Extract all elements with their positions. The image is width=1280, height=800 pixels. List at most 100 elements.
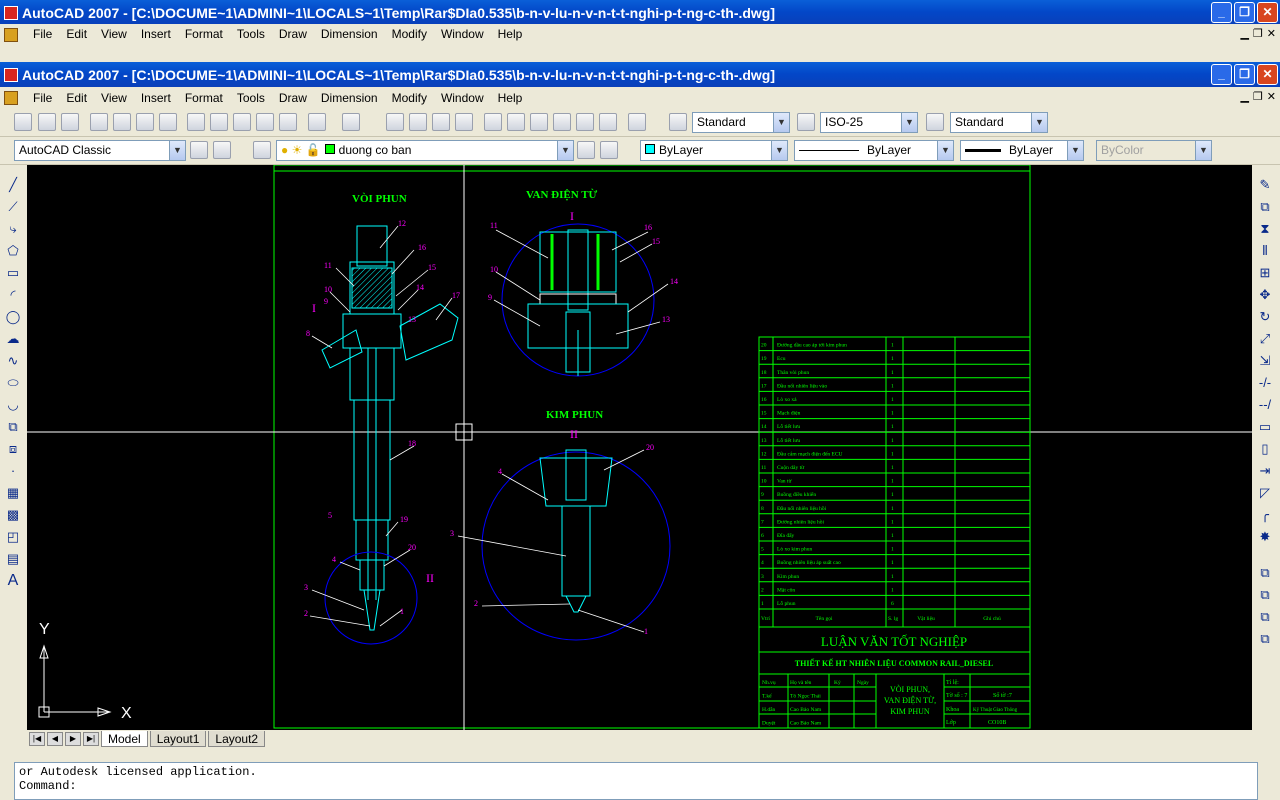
table-style-icon[interactable] <box>926 113 944 131</box>
outer-close-button[interactable]: ✕ <box>1257 2 1278 23</box>
make-current-layer-icon[interactable] <box>577 141 595 159</box>
menu-window[interactable]: Window <box>434 91 491 105</box>
close-button[interactable]: ✕ <box>1257 64 1278 85</box>
outer-menu-modify[interactable]: Modify <box>385 27 434 41</box>
last-tab-button[interactable]: ▶| <box>83 732 99 746</box>
mdi-restore[interactable]: ❐ <box>1253 90 1263 103</box>
mdi-close[interactable]: ✕ <box>1267 90 1276 103</box>
outer-menu-dimension[interactable]: Dimension <box>314 27 385 41</box>
menu-insert[interactable]: Insert <box>134 91 178 105</box>
chevron-down-icon[interactable]: ▼ <box>937 141 953 160</box>
open-icon[interactable] <box>38 113 56 131</box>
gradient-icon[interactable]: ▩ <box>5 507 21 523</box>
save-icon[interactable] <box>61 113 79 131</box>
spline-icon[interactable]: ∿ <box>5 353 21 369</box>
sheet-set-icon[interactable] <box>553 113 571 131</box>
explode-icon[interactable]: ✸ <box>1257 529 1273 545</box>
mirror-icon[interactable]: ⧗ <box>1257 221 1273 237</box>
command-prompt[interactable]: Command: <box>19 779 1253 793</box>
polyline-icon[interactable]: ⤷ <box>5 221 21 237</box>
construction-line-icon[interactable]: ⟋ <box>5 199 21 215</box>
first-tab-button[interactable]: |◀ <box>29 732 45 746</box>
tool-palettes-icon[interactable] <box>530 113 548 131</box>
autocad-app-icon[interactable] <box>4 6 18 20</box>
rotate-icon[interactable]: ↻ <box>1257 309 1273 325</box>
outer-menu-view[interactable]: View <box>94 27 134 41</box>
rectangle-icon[interactable]: ▭ <box>5 265 21 281</box>
send-under-icon[interactable]: ⧉ <box>1257 631 1273 647</box>
erase-icon[interactable]: ✎ <box>1257 177 1273 193</box>
menu-view[interactable]: View <box>94 91 134 105</box>
3d-dwf-icon[interactable] <box>159 113 177 131</box>
hatch-icon[interactable]: ▦ <box>5 485 21 501</box>
new-icon[interactable] <box>14 113 32 131</box>
chevron-down-icon[interactable]: ▼ <box>169 141 185 160</box>
design-center-icon[interactable] <box>507 113 525 131</box>
outer-document-icon[interactable] <box>4 28 18 42</box>
dim-style-combo[interactable]: ISO-25 ▼ <box>820 112 918 133</box>
mdi-minimize[interactable]: ▁ <box>1240 90 1248 103</box>
zoom-window-icon[interactable] <box>432 113 450 131</box>
bring-above-icon[interactable]: ⧉ <box>1257 609 1273 625</box>
menu-modify[interactable]: Modify <box>385 91 434 105</box>
command-line[interactable]: or Autodesk licensed application. Comman… <box>14 762 1258 800</box>
text-style-icon[interactable] <box>669 113 687 131</box>
copy-object-icon[interactable]: ⧉ <box>1257 199 1273 215</box>
ellipse-icon[interactable]: ⬭ <box>5 375 21 391</box>
outer-menu-draw[interactable]: Draw <box>272 27 314 41</box>
break-icon[interactable]: ▯ <box>1257 441 1273 457</box>
menu-dimension[interactable]: Dimension <box>314 91 385 105</box>
document-icon[interactable] <box>4 91 18 105</box>
cut-icon[interactable] <box>187 113 205 131</box>
chevron-down-icon[interactable]: ▼ <box>1067 141 1083 160</box>
draw-order-back-icon[interactable]: ⧉ <box>1257 587 1273 603</box>
menu-edit[interactable]: Edit <box>59 91 94 105</box>
restore-button[interactable]: ❐ <box>1234 64 1255 85</box>
undo-icon[interactable] <box>308 113 326 131</box>
layer-combo[interactable]: ● ☀ 🔓 duong co ban ▼ <box>276 140 574 161</box>
menu-file[interactable]: File <box>26 91 59 105</box>
zoom-previous-icon[interactable] <box>455 113 473 131</box>
linetype-combo[interactable]: ByLayer ▼ <box>794 140 954 161</box>
layer-manager-icon[interactable] <box>253 141 271 159</box>
multiline-text-icon[interactable]: A <box>5 573 21 589</box>
plot-icon[interactable] <box>90 113 108 131</box>
make-block-icon[interactable]: ⧈ <box>5 441 21 457</box>
chamfer-icon[interactable]: ◸ <box>1257 485 1273 501</box>
outer-menu-format[interactable]: Format <box>178 27 230 41</box>
workspace-settings-icon[interactable] <box>190 141 208 159</box>
offset-icon[interactable]: ⫴ <box>1257 243 1273 259</box>
table-icon[interactable]: ▤ <box>5 551 21 567</box>
outer-window-titlebar[interactable]: AutoCAD 2007 - [C:\DOCUME~1\ADMINI~1\LOC… <box>0 0 1280 26</box>
break-at-point-icon[interactable]: ▭ <box>1257 419 1273 435</box>
autocad-app-icon[interactable] <box>4 68 18 82</box>
join-icon[interactable]: ⇥ <box>1257 463 1273 479</box>
layer-previous-icon[interactable] <box>600 141 618 159</box>
prev-tab-button[interactable]: ◀ <box>47 732 63 746</box>
point-icon[interactable]: · <box>5 463 21 479</box>
lineweight-combo[interactable]: ByLayer ▼ <box>960 140 1084 161</box>
scale-icon[interactable]: ⤢ <box>1257 331 1273 347</box>
outer-mdi-restore[interactable]: ❐ <box>1253 27 1263 40</box>
draw-order-front-icon[interactable]: ⧉ <box>1257 565 1273 581</box>
window-titlebar[interactable]: AutoCAD 2007 - [C:\DOCUME~1\ADMINI~1\LOC… <box>0 62 1280 88</box>
minimize-button[interactable]: _ <box>1211 64 1232 85</box>
ellipse-arc-icon[interactable]: ◡ <box>5 397 21 413</box>
chevron-down-icon[interactable]: ▼ <box>557 141 573 160</box>
drawing-canvas[interactable]: Y X VÒI PHUN VAN ĐIỆN TỪ KIM PHUN 12 16 … <box>27 165 1252 730</box>
polygon-icon[interactable]: ⬠ <box>5 243 21 259</box>
outer-mdi-close[interactable]: ✕ <box>1267 27 1276 40</box>
region-icon[interactable]: ◰ <box>5 529 21 545</box>
outer-menu-window[interactable]: Window <box>434 27 491 41</box>
move-icon[interactable]: ✥ <box>1257 287 1273 303</box>
chevron-down-icon[interactable]: ▼ <box>773 113 789 132</box>
zoom-realtime-icon[interactable] <box>409 113 427 131</box>
paste-icon[interactable] <box>233 113 251 131</box>
chevron-down-icon[interactable]: ▼ <box>901 113 917 132</box>
insert-block-icon[interactable]: ⧉ <box>5 419 21 435</box>
outer-menu-help[interactable]: Help <box>491 27 530 41</box>
outer-menu-insert[interactable]: Insert <box>134 27 178 41</box>
dim-style-icon[interactable] <box>797 113 815 131</box>
block-editor-icon[interactable] <box>279 113 297 131</box>
arc-icon[interactable]: ◜ <box>5 287 21 303</box>
